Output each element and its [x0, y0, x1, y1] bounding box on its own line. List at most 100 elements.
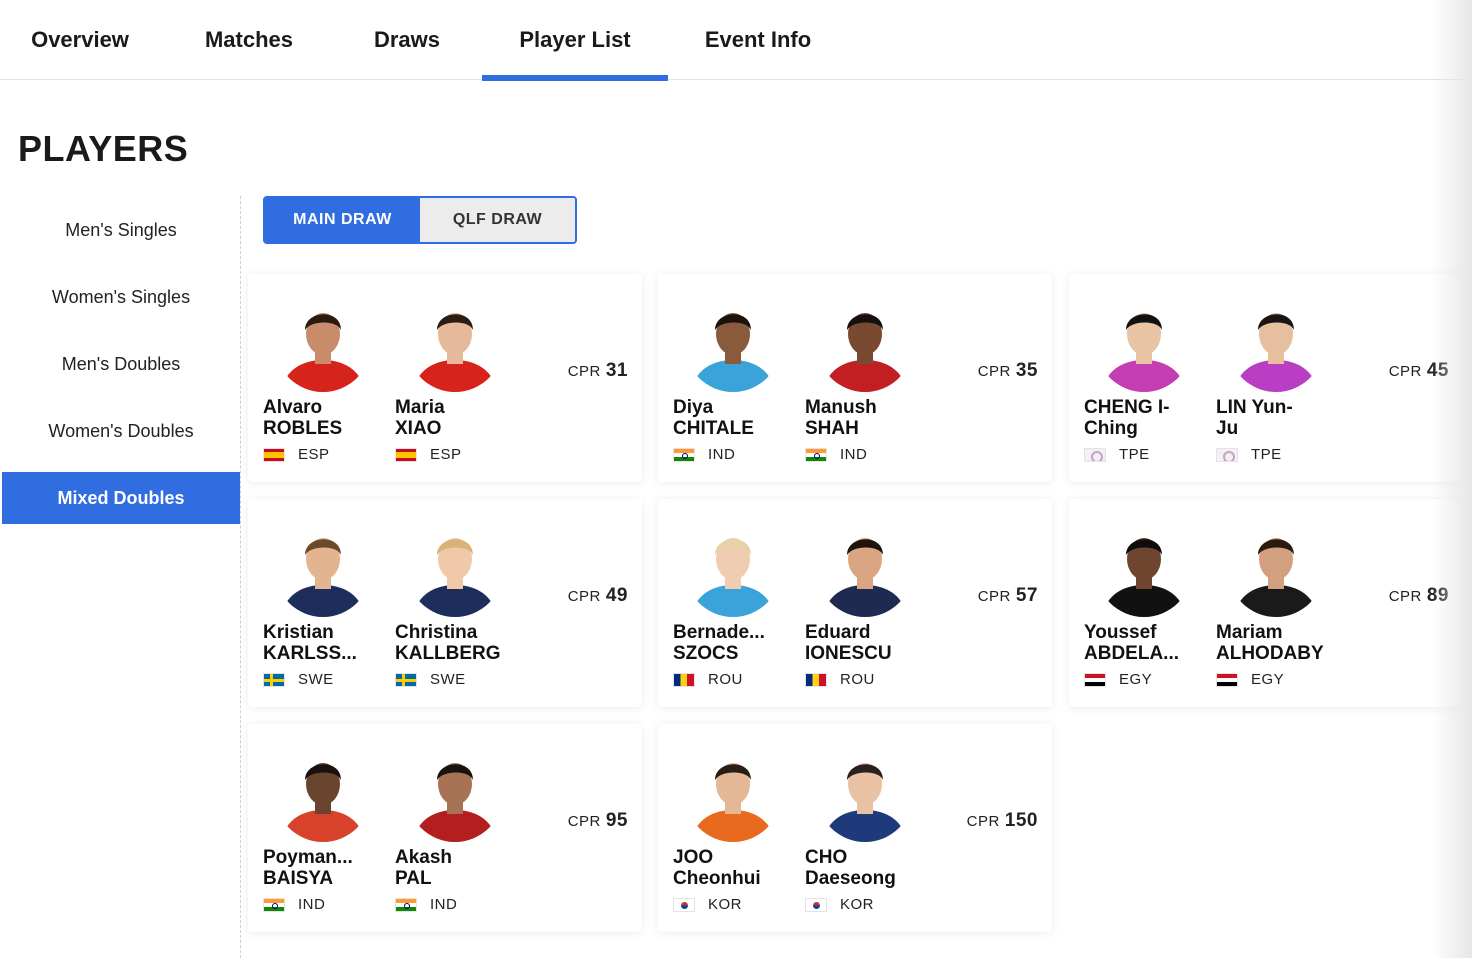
cpr-label: CPR — [567, 363, 601, 380]
country-code: IND — [430, 896, 458, 913]
main-draw-button[interactable]: MAIN DRAW — [265, 198, 420, 242]
country-code: IND — [298, 896, 326, 913]
cpr-ranking: CPR 35 — [978, 360, 1038, 382]
country-code: TPE — [1251, 446, 1282, 463]
cpr-value: 35 — [1015, 360, 1038, 381]
player-avatar — [817, 521, 913, 617]
tab-player-list[interactable]: Player List — [482, 0, 668, 81]
player-first-name: Youssef — [1084, 622, 1157, 643]
player-photo — [1228, 296, 1324, 392]
player-photo — [407, 296, 503, 392]
cpr-ranking: CPR 57 — [978, 585, 1038, 607]
player-name[interactable]: Youssef ABDELA... — [1084, 622, 1202, 664]
player-name[interactable]: CHENG I- Ching — [1084, 397, 1202, 439]
country-code: TPE — [1119, 446, 1150, 463]
pair-card[interactable]: Poyman... BAISYA IND Akash PAL IND CPR 95 — [248, 724, 642, 932]
cpr-value: 95 — [605, 810, 628, 831]
qlf-draw-button[interactable]: QLF DRAW — [420, 198, 575, 242]
pair-card[interactable]: CHENG I- Ching TPE LIN Yun- Ju TPE CPR 45 — [1069, 274, 1463, 482]
player-name[interactable]: CHO Daeseong — [805, 847, 923, 889]
pair-card[interactable]: Youssef ABDELA... EGY Mariam ALHODABY EGY CPR 8… — [1069, 499, 1463, 707]
country-flag-icon — [805, 672, 827, 687]
pair-card[interactable]: Alvaro ROBLES ESP Maria XIAO ESP CPR 31 — [248, 274, 642, 482]
country-flag-icon — [1084, 672, 1106, 687]
cpr-ranking: CPR 89 — [1389, 585, 1449, 607]
country-code: ROU — [840, 671, 875, 688]
pair-card[interactable]: Diya CHITALE IND Manush SHAH IND CPR 35 — [658, 274, 1052, 482]
country-flag-icon — [263, 672, 285, 687]
player-first-name: CHENG I- — [1084, 397, 1170, 418]
player-last-name: ALHODABY — [1216, 643, 1324, 664]
country-flag-icon — [673, 672, 695, 687]
player-avatar — [407, 746, 503, 842]
sidebar-item-mixed-doubles[interactable]: Mixed Doubles — [2, 472, 240, 524]
country-code: IND — [840, 446, 868, 463]
player-last-name: ROBLES — [263, 418, 343, 439]
player-last-name: KALLBERG — [395, 643, 501, 664]
pair-card[interactable]: Kristian KARLSS... SWE Christina KALLBERG SWE… — [248, 499, 642, 707]
player-name[interactable]: Bernade... SZOCS — [673, 622, 791, 664]
pair-card[interactable]: JOO Cheonhui KOR CHO Daeseong KOR CPR 150 — [658, 724, 1052, 932]
player-name[interactable]: Poyman... BAISYA — [263, 847, 381, 889]
cpr-ranking: CPR 45 — [1389, 360, 1449, 382]
player-name[interactable]: Alvaro ROBLES — [263, 397, 381, 439]
cpr-label: CPR — [567, 588, 601, 605]
player-country: KOR — [805, 896, 874, 913]
country-flag-icon — [1216, 447, 1238, 462]
player-avatar — [1096, 296, 1192, 392]
cpr-value: 57 — [1015, 585, 1038, 606]
tab-overview[interactable]: Overview — [18, 0, 142, 80]
cpr-ranking: CPR 49 — [568, 585, 628, 607]
player-last-name: IONESCU — [805, 643, 892, 664]
player-photo — [817, 746, 913, 842]
country-code: ROU — [708, 671, 743, 688]
player-photo — [275, 521, 371, 617]
country-code: KOR — [840, 896, 875, 913]
player-name[interactable]: Diya CHITALE — [673, 397, 791, 439]
player-name[interactable]: LIN Yun- Ju — [1216, 397, 1334, 439]
player-country: SWE — [263, 671, 334, 688]
cpr-value: 49 — [605, 585, 628, 606]
cpr-label: CPR — [567, 813, 601, 830]
player-photo — [407, 746, 503, 842]
player-name[interactable]: Kristian KARLSS... — [263, 622, 381, 664]
country-flag-icon — [395, 897, 417, 912]
player-avatar — [275, 296, 371, 392]
player-country: SWE — [395, 671, 466, 688]
tab-draws[interactable]: Draws — [356, 0, 458, 80]
player-avatar — [817, 296, 913, 392]
player-name[interactable]: Akash PAL — [395, 847, 513, 889]
country-code: KOR — [708, 896, 743, 913]
country-code: ESP — [298, 446, 330, 463]
player-first-name: Maria — [395, 397, 445, 418]
player-name[interactable]: Eduard IONESCU — [805, 622, 923, 664]
player-name[interactable]: Manush SHAH — [805, 397, 923, 439]
player-first-name: Alvaro — [263, 397, 323, 418]
player-avatar — [685, 296, 781, 392]
player-avatar — [685, 521, 781, 617]
page-title: PLAYERS — [18, 128, 189, 169]
pair-card[interactable]: Bernade... SZOCS ROU Eduard IONESCU ROU CPR 57 — [658, 499, 1052, 707]
sidebar-item-womens-doubles[interactable]: Women's Doubles — [2, 405, 240, 457]
player-name[interactable]: Christina KALLBERG — [395, 622, 513, 664]
player-country: EGY — [1216, 671, 1284, 688]
player-country: KOR — [673, 896, 742, 913]
player-first-name: Diya — [673, 397, 714, 418]
tab-event-info[interactable]: Event Info — [690, 0, 826, 80]
tab-matches[interactable]: Matches — [186, 0, 312, 80]
player-name[interactable]: Mariam ALHODABY — [1216, 622, 1334, 664]
sidebar-item-mens-singles[interactable]: Men's Singles — [2, 204, 240, 256]
player-last-name: KARLSS... — [263, 643, 357, 664]
player-last-name: CHITALE — [673, 418, 754, 439]
player-avatar — [275, 521, 371, 617]
player-name[interactable]: Maria XIAO — [395, 397, 513, 439]
sidebar-item-womens-singles[interactable]: Women's Singles — [2, 271, 240, 323]
player-avatar — [1096, 521, 1192, 617]
country-flag-icon — [1084, 447, 1106, 462]
player-country: ESP — [395, 446, 462, 463]
player-country: IND — [805, 446, 867, 463]
sidebar-item-mens-doubles[interactable]: Men's Doubles — [2, 338, 240, 390]
player-avatar — [1228, 296, 1324, 392]
player-name[interactable]: JOO Cheonhui — [673, 847, 791, 889]
player-last-name: SHAH — [805, 418, 859, 439]
